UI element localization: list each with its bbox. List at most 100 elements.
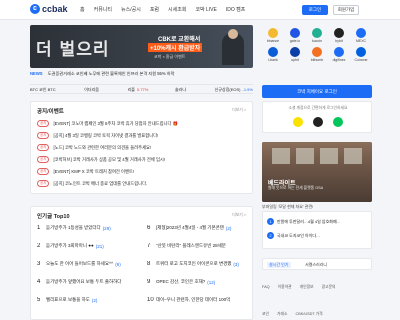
top10-title-text: 오늘도 한 이어 들어보드를 하세요^^ xyxy=(46,261,114,266)
nav-item-prices[interactable]: 시세조회 xyxy=(168,6,186,13)
kakao-login-icon[interactable] xyxy=(293,117,303,127)
notice-row[interactable]: 공지 [코박허브] 코박 거래사가 상품 공모 및 4월 거래사가 전체 임시! xyxy=(37,156,165,163)
ad-window-decor xyxy=(320,148,338,164)
coin-price-item[interactable]: BTC 코인 BTC xyxy=(30,87,58,93)
notice-row[interactable]: 공지 [EVENT] KMP X 코박 트레커 참여전 이벤트! xyxy=(37,168,134,175)
naver-login-icon[interactable] xyxy=(333,117,343,127)
nav-item-home[interactable]: 홈 xyxy=(80,6,85,13)
top10-title-text: 듣기방주가 앞했어요 보통 두트 출하하다 xyxy=(46,279,122,284)
top10-rank: 1 xyxy=(37,225,41,231)
nav-item-community[interactable]: 커뮤니티 xyxy=(94,6,112,13)
tab-second[interactable]: 서켈스러라니 xyxy=(305,262,327,268)
breadcrumb: 코인 거래소 CBK/USDT 가격 xyxy=(262,308,372,320)
top10-rank: 7 xyxy=(147,243,151,249)
coin-price-item[interactable]: 리플 0.77% xyxy=(128,87,149,93)
nav-item-ido[interactable]: IDO 캠프 xyxy=(226,6,245,13)
coin-price-item[interactable]: 이더리움 xyxy=(84,87,101,93)
site-logo[interactable]: c ccbak xyxy=(30,4,68,14)
exchange-item[interactable]: binance xyxy=(262,28,284,43)
side-news-text: 국내코 도지코인 아이다… xyxy=(277,232,321,238)
notice-row[interactable]: 공지 [노드] 코박 노드와 관련한 여러분의 의견을 들려주세요! xyxy=(37,144,151,151)
exchange-item[interactable]: Coinone xyxy=(350,47,372,62)
top10-title-text: [제형]2023년 4월4일 - 4월 기본콘텐 xyxy=(156,225,224,230)
ticker-text: 도권증권거래소 코인베 노무에 관련 블록체인 인프라 본격 지원 55% 하락 xyxy=(47,71,175,76)
exchange-item[interactable]: bybit xyxy=(328,28,350,43)
exchange-item[interactable]: gate.io xyxy=(284,28,306,43)
notice-text: [공지] 코노인트 코박 배너 종료 업데를 안내드립니다. xyxy=(53,180,148,186)
notice-row[interactable]: 공지 [공지] 코노인트 코박 배너 종료 업데를 안내드립니다. xyxy=(37,180,147,187)
top10-more-link[interactable]: 더보기 > xyxy=(232,213,246,218)
banner-line-1: CBK로 교환해서 xyxy=(158,37,201,43)
notice-text: [EVENT] KMP X 코박 트레커 참여전 이벤트! xyxy=(53,168,135,174)
top10-item[interactable]: 5 벨리표으로 보통을 하도 (2) xyxy=(37,297,137,303)
top10-comment-count: (3) xyxy=(233,261,239,267)
top10-rank: 5 xyxy=(37,297,41,303)
notice-text: [공지] 4월 3일 코뱅링 코박 토픽 자이넷 결과를 발표합니다! xyxy=(53,132,159,138)
apple-login-icon[interactable] xyxy=(313,117,323,127)
exchange-name: kucoin xyxy=(311,39,323,43)
top10-item[interactable]: 3 오늘도 한 이어 들어보드를 하세요^^ (9) xyxy=(37,261,137,267)
login-button[interactable]: 로그인 xyxy=(302,5,328,15)
footer-link-privacy[interactable]: 개인정보 xyxy=(300,285,314,290)
exchange-logo-icon xyxy=(290,28,300,38)
page: c ccbak 홈 커뮤니티 뉴스/공시 포럼 시세조회 코박 LIVE IDO… xyxy=(0,0,400,320)
exchange-item[interactable]: kucoin xyxy=(306,28,328,43)
top10-rank: 3 xyxy=(37,261,41,267)
side-news-text: 만원에 투판달러…4월 4일 암호화폐… xyxy=(277,218,341,224)
coin-change: -1.9% xyxy=(242,87,253,92)
exchange-item[interactable]: bithumb xyxy=(306,47,328,62)
ticker-label: NEWS xyxy=(30,71,43,76)
nav-item-news[interactable]: 뉴스/공시 xyxy=(121,6,141,13)
notice-card: 공지/이벤트 더보기 > 공지 [EVENT] 코노마 캠페인 3월 5주차 코박… xyxy=(30,101,253,194)
coin-price-item[interactable]: 신규상장(EOS) -1.9% xyxy=(215,87,253,93)
cobak-login-cta-button[interactable]: 코박 지에이요 로그인 xyxy=(262,85,372,98)
exchange-item[interactable]: Lbank xyxy=(262,47,284,62)
banner-person-head xyxy=(228,29,238,39)
top10-comment-count: (29) xyxy=(102,225,111,231)
top10-item[interactable]: 10 데이–우니 관련자, 인한당 데이터 100억 xyxy=(147,297,247,303)
promo-banner[interactable]: 더 벌으리 CBK로 교환해서 +10%캐시 환급받자 코박 × 환급 이벤트 xyxy=(30,25,253,68)
footer-link-faq[interactable]: FAQ xyxy=(262,285,270,290)
coin-change: 0.77% xyxy=(136,87,149,92)
top10-title: 인기글 Top10 xyxy=(37,214,70,220)
notice-badge: 공지 xyxy=(37,144,50,151)
tab-realtime-popular[interactable]: 설시간 인기 xyxy=(267,262,291,268)
notice-text: [코박허브] 코박 거래사가 상품 공모 및 4월 거래사가 전체 임시! xyxy=(53,156,166,162)
footer-link-ad[interactable]: 광고문의 xyxy=(322,285,336,290)
notice-row[interactable]: 공지 [EVENT] 코노마 캠페인 3월 5주차 코박 휴가 당첨자 안내드립니… xyxy=(37,120,178,127)
top10-item[interactable]: 7 "산뜻 비탄리" 플레스엔드유빈 28세분 xyxy=(147,243,247,249)
social-login-card: 소셜 계정으로 간편하게 로그인하세요 xyxy=(262,101,372,133)
breadcrumb-item[interactable]: CBK/USDT 가격 xyxy=(295,312,322,320)
side-news-row[interactable]: 2 국내코 도지코인 아이다… xyxy=(267,232,320,239)
top10-comment-count: (9) xyxy=(115,261,121,267)
notice-badge: 공지 xyxy=(37,156,50,163)
top10-title-text: 벨리표으로 보통을 하도 xyxy=(46,297,90,302)
news-ticker[interactable]: NEWS 도권증권거래소 코인베 노무에 관련 블록체인 인프라 본격 지원 5… xyxy=(30,71,253,79)
side-news-row[interactable]: 1 만원에 투판달러…4월 4일 암호화폐… xyxy=(267,218,341,225)
exchange-logo-icon xyxy=(312,28,322,38)
coin-price-item[interactable]: 솔라나 xyxy=(175,87,188,93)
notice-row[interactable]: 공지 [공지] 4월 3일 코뱅링 코박 토픽 자이넷 결과를 발표합니다! xyxy=(37,132,158,139)
top10-item[interactable]: 4 듣기방주가 앞했어요 보통 두트 출하하다 xyxy=(37,279,137,285)
top10-item[interactable]: 2 듣기방주가 3회마마니 ●● (21) xyxy=(37,243,137,249)
footer-link-terms[interactable]: 이용약관 xyxy=(278,285,292,290)
top10-item[interactable]: 8 트위터 로고 도지코인 아이콘으로 변경했 (3) xyxy=(147,261,247,267)
top10-item[interactable]: 9 OPEC 감산, 코인은 호재? (12) xyxy=(147,279,247,285)
exchange-item[interactable]: MEXC xyxy=(350,28,372,43)
top10-title-text: OPEC 감산, 코인은 호재? xyxy=(156,279,206,284)
ad-caption[interactable]: 부파일링 '모달 현재 쳐요' 관련! xyxy=(262,204,313,210)
exchange-item[interactable]: digifinex xyxy=(328,47,350,62)
breadcrumb-item[interactable]: 거래소 xyxy=(277,312,287,320)
top10-item[interactable]: 6 [제형]2023년 4월4일 - 4월 기본콘텐 (2) xyxy=(147,225,247,231)
nav-item-forum[interactable]: 포럼 xyxy=(150,6,159,13)
notice-badge: 공지 xyxy=(37,180,50,187)
signup-button[interactable]: 회원가입 xyxy=(333,5,359,15)
exchange-item[interactable]: upbit xyxy=(284,47,306,62)
breadcrumb-item[interactable]: 코인 xyxy=(262,312,269,320)
nav-item-live[interactable]: 코박 LIVE xyxy=(195,6,216,13)
sidebar-ad-banner[interactable]: 베드라이트 원래 뜻으로 하는 전세 플랫폼 OSA xyxy=(262,142,372,202)
top10-rank: 8 xyxy=(147,261,151,267)
notice-more-link[interactable]: 더보기 > xyxy=(232,108,246,113)
top10-item[interactable]: 1 듣기방주가 1등성을 받았더다 (29) xyxy=(37,225,137,231)
side-news-list: 1 만원에 투판달러…4월 4일 암호화폐… 2 국내코 도지코인 아이다… xyxy=(262,211,372,249)
